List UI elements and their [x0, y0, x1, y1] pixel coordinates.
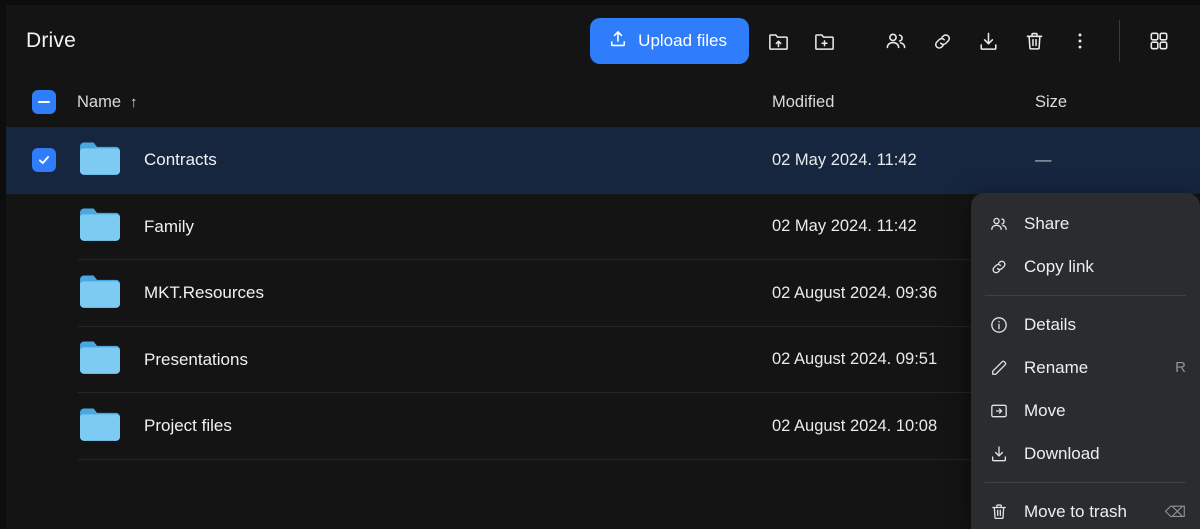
folder-icon: [77, 338, 123, 381]
table-row[interactable]: Contracts 02 May 2024. 11:42 —: [6, 127, 1200, 194]
folder-icon: [77, 139, 123, 182]
indeterminate-dash-icon: [38, 100, 50, 104]
folder-upload-icon: [767, 30, 790, 53]
context-menu-item-label: Move to trash: [1024, 501, 1127, 521]
column-header-name-label: Name: [77, 92, 122, 111]
link-icon: [931, 30, 954, 53]
folder-icon: [77, 272, 123, 315]
context-menu-item-label: Rename: [1024, 357, 1089, 377]
info-icon: [988, 314, 1010, 336]
trash-button[interactable]: [1011, 18, 1057, 64]
file-modified: 02 May 2024. 11:42: [772, 217, 917, 236]
people-icon: [884, 29, 908, 53]
new-folder-button[interactable]: [801, 18, 847, 64]
download-icon: [977, 30, 1000, 53]
toolbar-divider: [1119, 20, 1120, 62]
toolbar: Drive Upload files: [6, 5, 1200, 77]
app-window: Drive Upload files Name ↑ Modified Size …: [0, 0, 1200, 529]
select-all-checkbox[interactable]: [32, 90, 56, 114]
grid-view-icon: [1148, 30, 1170, 52]
column-header-size[interactable]: Size: [1035, 93, 1067, 112]
download-button[interactable]: [965, 18, 1011, 64]
file-name: Project files: [144, 416, 232, 436]
check-icon: [38, 156, 50, 165]
folder-icon: [77, 205, 123, 248]
column-header-name[interactable]: Name ↑: [77, 93, 138, 112]
file-name: Presentations: [144, 349, 248, 369]
file-modified: 02 August 2024. 09:36: [772, 283, 938, 302]
context-menu-item-copy-link[interactable]: Copy link: [971, 245, 1200, 288]
upload-files-label: Upload files: [638, 31, 727, 50]
file-name: Family: [144, 216, 195, 236]
share-button[interactable]: [873, 18, 919, 64]
upload-icon: [608, 29, 628, 54]
upload-folder-button[interactable]: [755, 18, 801, 64]
sort-ascending-icon: ↑: [130, 93, 138, 111]
context-menu-item-share[interactable]: Share: [971, 202, 1200, 245]
trash-icon: [988, 501, 1010, 523]
upload-files-button[interactable]: Upload files: [590, 18, 749, 64]
trash-icon: [1023, 30, 1046, 53]
copy-link-button[interactable]: [919, 18, 965, 64]
move-folder-icon: [988, 400, 1010, 422]
file-modified: 02 August 2024. 10:08: [772, 416, 938, 435]
row-checkbox[interactable]: [32, 148, 56, 173]
column-headers: Name ↑ Modified Size: [6, 77, 1200, 127]
folder-add-icon: [813, 30, 836, 53]
context-menu-shortcut-backspace: ⌫: [1164, 503, 1186, 521]
grid-view-button[interactable]: [1136, 18, 1182, 64]
pencil-icon: [988, 357, 1010, 379]
page-title: Drive: [26, 29, 77, 52]
context-menu-item-rename[interactable]: Rename R: [971, 346, 1200, 389]
folder-icon: [77, 405, 123, 448]
link-icon: [988, 256, 1010, 278]
download-icon: [988, 443, 1010, 465]
file-modified: 02 May 2024. 11:42: [772, 150, 917, 169]
context-menu-item-details[interactable]: Details: [971, 303, 1200, 346]
context-menu-shortcut: R: [1175, 359, 1186, 376]
context-menu-item-label: Copy link: [1024, 256, 1094, 276]
file-name: Contracts: [144, 150, 217, 170]
context-menu-item-download[interactable]: Download: [971, 432, 1200, 475]
context-menu-item-label: Download: [1024, 443, 1100, 463]
more-options-button[interactable]: [1057, 18, 1103, 64]
file-modified: 02 August 2024. 09:51: [772, 350, 938, 369]
kebab-menu-icon: [1069, 30, 1091, 52]
context-menu-item-label: Share: [1024, 213, 1070, 233]
context-menu-divider: [985, 482, 1186, 483]
context-menu-item-label: Details: [1024, 314, 1076, 334]
context-menu: Share Copy link Details Rename R Move Do…: [971, 193, 1200, 529]
context-menu-item-move[interactable]: Move: [971, 389, 1200, 432]
context-menu-item-label: Move: [1024, 400, 1066, 420]
context-menu-divider: [985, 295, 1186, 296]
file-size: —: [1035, 150, 1052, 169]
drive-panel: Drive Upload files Name ↑ Modified Size …: [6, 5, 1200, 529]
column-header-modified[interactable]: Modified: [772, 93, 834, 112]
file-name: MKT.Resources: [144, 283, 264, 303]
people-icon: [988, 213, 1010, 235]
context-menu-item-move-to-trash[interactable]: Move to trash ⌫: [971, 490, 1200, 529]
